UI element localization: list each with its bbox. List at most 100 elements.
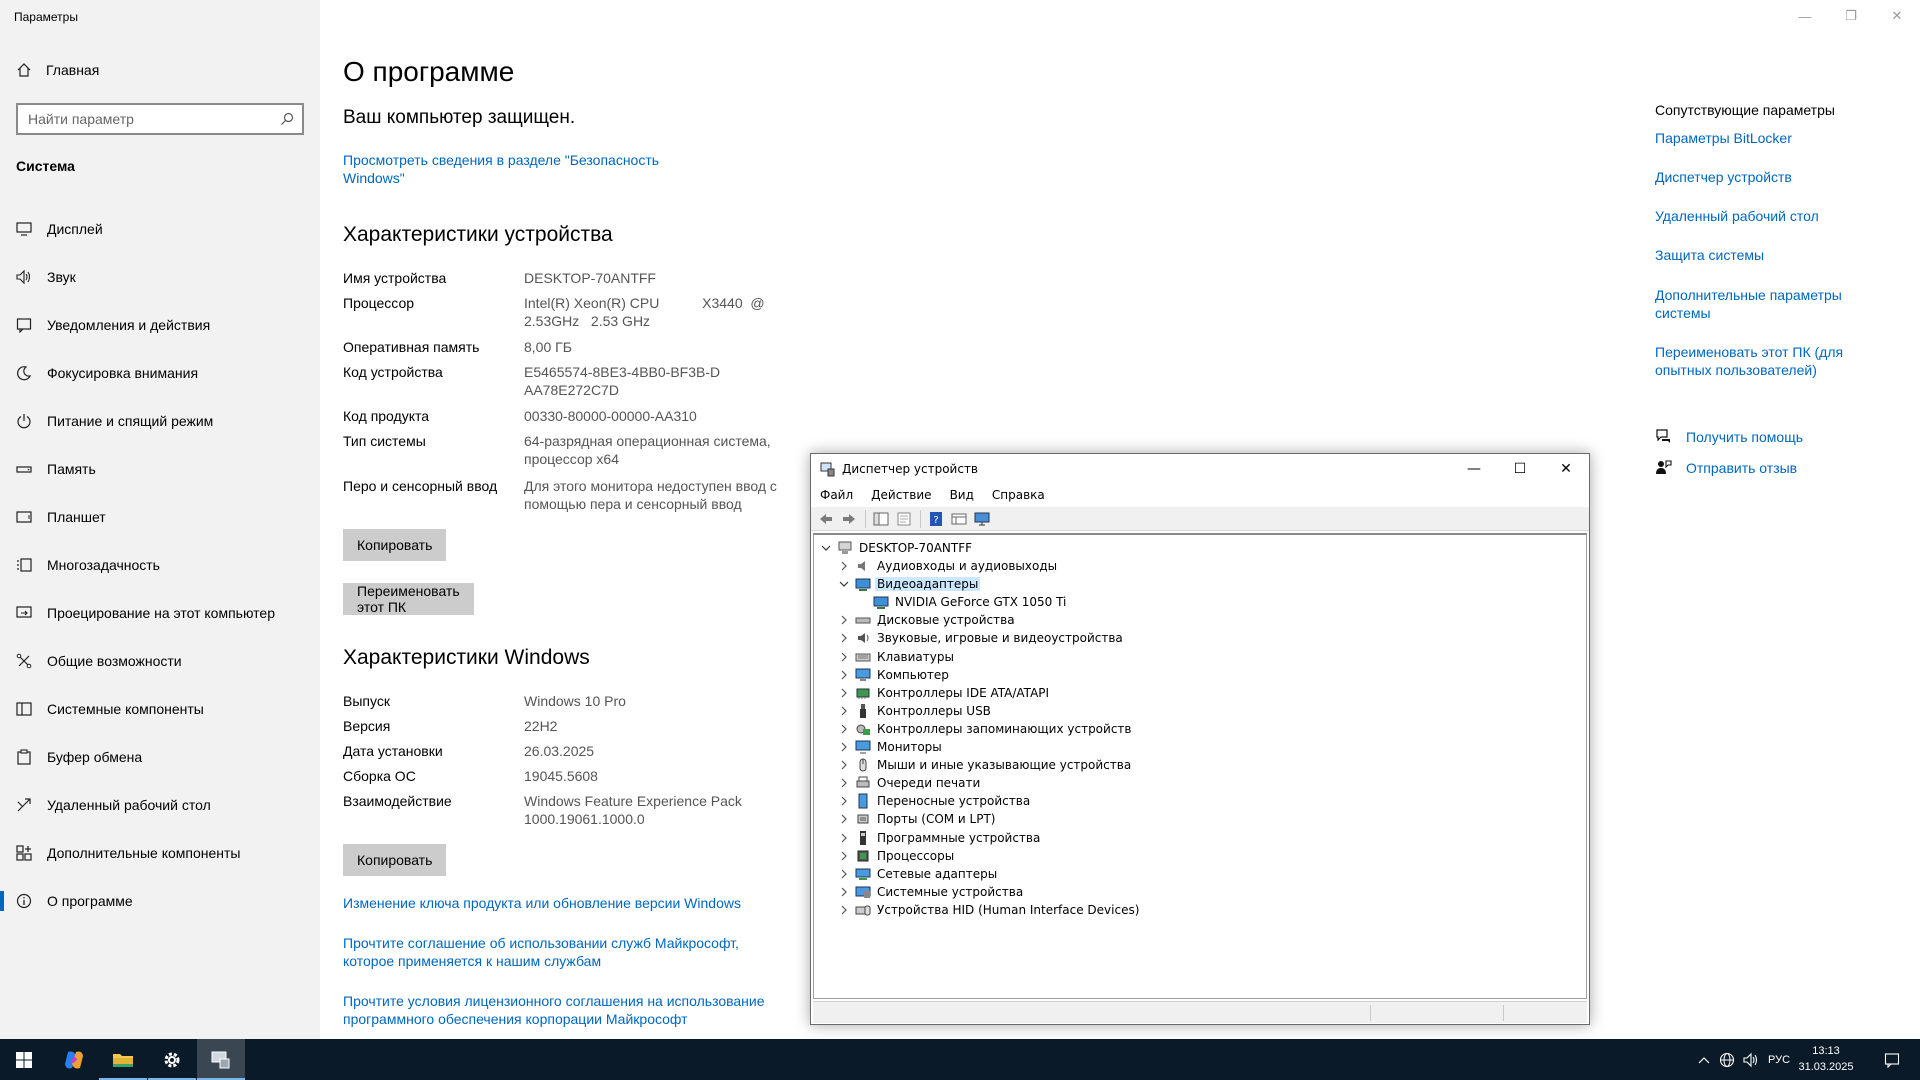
- bitlocker-link[interactable]: Параметры BitLocker: [1655, 129, 1895, 147]
- get-help-link[interactable]: Получить помощь: [1655, 428, 1803, 445]
- device-manager-titlebar[interactable]: Диспетчер устройств — ☐ ✕: [811, 454, 1589, 484]
- view-button[interactable]: [948, 509, 970, 529]
- start-button[interactable]: [0, 1039, 48, 1080]
- expand-chevron-icon[interactable]: [838, 795, 850, 807]
- input-language[interactable]: РУС: [1764, 1039, 1794, 1080]
- properties-button[interactable]: [893, 509, 915, 529]
- nav-item-display[interactable]: Дисплей: [0, 205, 320, 253]
- expand-chevron-icon[interactable]: [838, 741, 850, 753]
- tree-category[interactable]: Видеоадаптеры: [838, 575, 981, 593]
- nav-item-about[interactable]: О программе: [0, 877, 320, 925]
- expand-chevron-icon[interactable]: [838, 759, 850, 771]
- tree-category[interactable]: Порты (COM и LPT): [838, 810, 997, 828]
- tree-category[interactable]: Контроллеры IDE ATA/ATAPI: [838, 684, 1051, 702]
- expand-chevron-icon[interactable]: [838, 560, 850, 572]
- back-button[interactable]: [815, 509, 837, 529]
- copy-windows-specs-button[interactable]: Копировать: [343, 844, 447, 876]
- expand-chevron-icon[interactable]: [838, 614, 850, 626]
- device-manager-taskbar-button[interactable]: [197, 1039, 245, 1080]
- minimize-button[interactable]: —: [1782, 0, 1828, 32]
- expand-chevron-icon[interactable]: [838, 777, 850, 789]
- search-input[interactable]: Найти параметр: [16, 103, 304, 135]
- expand-chevron-icon[interactable]: [838, 632, 850, 644]
- nav-item-power[interactable]: Питание и спящий режим: [0, 397, 320, 445]
- tree-category[interactable]: Дисковые устройства: [838, 611, 1017, 629]
- product-key-link[interactable]: Изменение ключа продукта или обновление …: [343, 894, 803, 912]
- license-terms-link[interactable]: Прочтите условия лицензионного соглашени…: [343, 992, 783, 1028]
- tree-category[interactable]: Переносные устройства: [838, 792, 1032, 810]
- nav-item-project[interactable]: Проецирование на этот компьютер: [0, 589, 320, 637]
- rename-pc-advanced-link[interactable]: Переименовать этот ПК (для опытных польз…: [1655, 343, 1855, 379]
- expand-chevron-icon[interactable]: [838, 813, 850, 825]
- scan-hardware-button[interactable]: [971, 509, 993, 529]
- nav-item-multitasking[interactable]: Многозадачность: [0, 541, 320, 589]
- collapse-chevron-icon[interactable]: [838, 578, 850, 590]
- help-button[interactable]: ?: [925, 509, 947, 529]
- feedback-link[interactable]: Отправить отзыв: [1655, 459, 1797, 476]
- network-button[interactable]: [1716, 1039, 1738, 1080]
- expand-chevron-icon[interactable]: [838, 850, 850, 862]
- nav-item-tablet[interactable]: Планшет: [0, 493, 320, 541]
- close-button[interactable]: ✕: [1874, 0, 1920, 32]
- settings-taskbar-button[interactable]: [148, 1039, 196, 1080]
- menu-action[interactable]: Действие: [862, 485, 940, 506]
- tree-category[interactable]: Сетевые адаптеры: [838, 865, 999, 883]
- device-manager-link[interactable]: Диспетчер устройств: [1655, 168, 1895, 186]
- tree-category[interactable]: Системные устройства: [838, 883, 1025, 901]
- nav-item-system-components[interactable]: Системные компоненты: [0, 685, 320, 733]
- expand-chevron-icon[interactable]: [838, 904, 850, 916]
- tree-category[interactable]: Контроллеры USB: [838, 702, 993, 720]
- nav-item-sound[interactable]: Звук: [0, 253, 320, 301]
- tree-category[interactable]: Процессоры: [838, 847, 956, 865]
- services-agreement-link[interactable]: Прочтите соглашение об использовании слу…: [343, 934, 763, 970]
- tree-category[interactable]: Контроллеры запоминающих устройств: [838, 720, 1133, 738]
- menu-view[interactable]: Вид: [941, 485, 983, 506]
- tree-category[interactable]: Аудиовходы и аудиовыходы: [838, 557, 1059, 575]
- action-center-button[interactable]: [1872, 1039, 1912, 1080]
- expand-chevron-icon[interactable]: [838, 705, 850, 717]
- rename-pc-button[interactable]: Переименовать этот ПК: [343, 583, 474, 615]
- expand-chevron-icon[interactable]: [838, 651, 850, 663]
- tree-category[interactable]: Мыши и иные указывающие устройства: [838, 756, 1133, 774]
- expand-chevron-icon[interactable]: [838, 868, 850, 880]
- tree-category[interactable]: Звуковые, игровые и видеоустройства: [838, 629, 1125, 647]
- nav-item-focus[interactable]: Фокусировка внимания: [0, 349, 320, 397]
- copilot-button[interactable]: [50, 1039, 98, 1080]
- restore-button[interactable]: ❐: [1828, 0, 1874, 32]
- dm-minimize-button[interactable]: —: [1451, 454, 1497, 484]
- tree-category[interactable]: Клавиатуры: [838, 648, 956, 666]
- volume-button[interactable]: [1740, 1039, 1762, 1080]
- show-hide-tree-button[interactable]: [870, 509, 892, 529]
- tree-category[interactable]: Устройства HID (Human Interface Devices): [838, 901, 1141, 919]
- dm-maximize-button[interactable]: ☐: [1497, 454, 1543, 484]
- nav-item-shared[interactable]: Общие возможности: [0, 637, 320, 685]
- show-hidden-icons-button[interactable]: [1694, 1039, 1714, 1080]
- expand-chevron-icon[interactable]: [838, 832, 850, 844]
- collapse-chevron-icon[interactable]: [820, 542, 832, 554]
- clock[interactable]: 13:13 31.03.2025: [1796, 1043, 1856, 1075]
- security-link[interactable]: Просмотреть сведения в разделе "Безопасн…: [343, 151, 683, 187]
- tree-category[interactable]: Программные устройства: [838, 829, 1042, 847]
- file-explorer-button[interactable]: [99, 1039, 147, 1080]
- nav-item-optional-features[interactable]: Дополнительные компоненты: [0, 829, 320, 877]
- copy-device-specs-button[interactable]: Копировать: [343, 529, 447, 561]
- menu-help[interactable]: Справка: [983, 485, 1054, 506]
- nav-item-notifications[interactable]: Уведомления и действия: [0, 301, 320, 349]
- tree-device-item[interactable]: NVIDIA GeForce GTX 1050 Ti: [856, 593, 1068, 611]
- tree-category[interactable]: Очереди печати: [838, 774, 982, 792]
- tree-category[interactable]: Компьютер: [838, 666, 951, 684]
- dm-close-button[interactable]: ✕: [1543, 454, 1589, 484]
- expand-chevron-icon[interactable]: [838, 687, 850, 699]
- tree-root[interactable]: DESKTOP-70ANTFF: [820, 539, 974, 557]
- expand-chevron-icon[interactable]: [838, 723, 850, 735]
- expand-chevron-icon[interactable]: [838, 669, 850, 681]
- remote-desktop-link[interactable]: Удаленный рабочий стол: [1655, 207, 1895, 225]
- system-protection-link[interactable]: Защита системы: [1655, 246, 1895, 264]
- tree-category[interactable]: Мониторы: [838, 738, 944, 756]
- forward-button[interactable]: [838, 509, 860, 529]
- menu-file[interactable]: Файл: [811, 485, 862, 506]
- expand-chevron-icon[interactable]: [838, 886, 850, 898]
- home-link[interactable]: Главная: [16, 62, 99, 78]
- nav-item-clipboard[interactable]: Буфер обмена: [0, 733, 320, 781]
- nav-item-remote-desktop[interactable]: Удаленный рабочий стол: [0, 781, 320, 829]
